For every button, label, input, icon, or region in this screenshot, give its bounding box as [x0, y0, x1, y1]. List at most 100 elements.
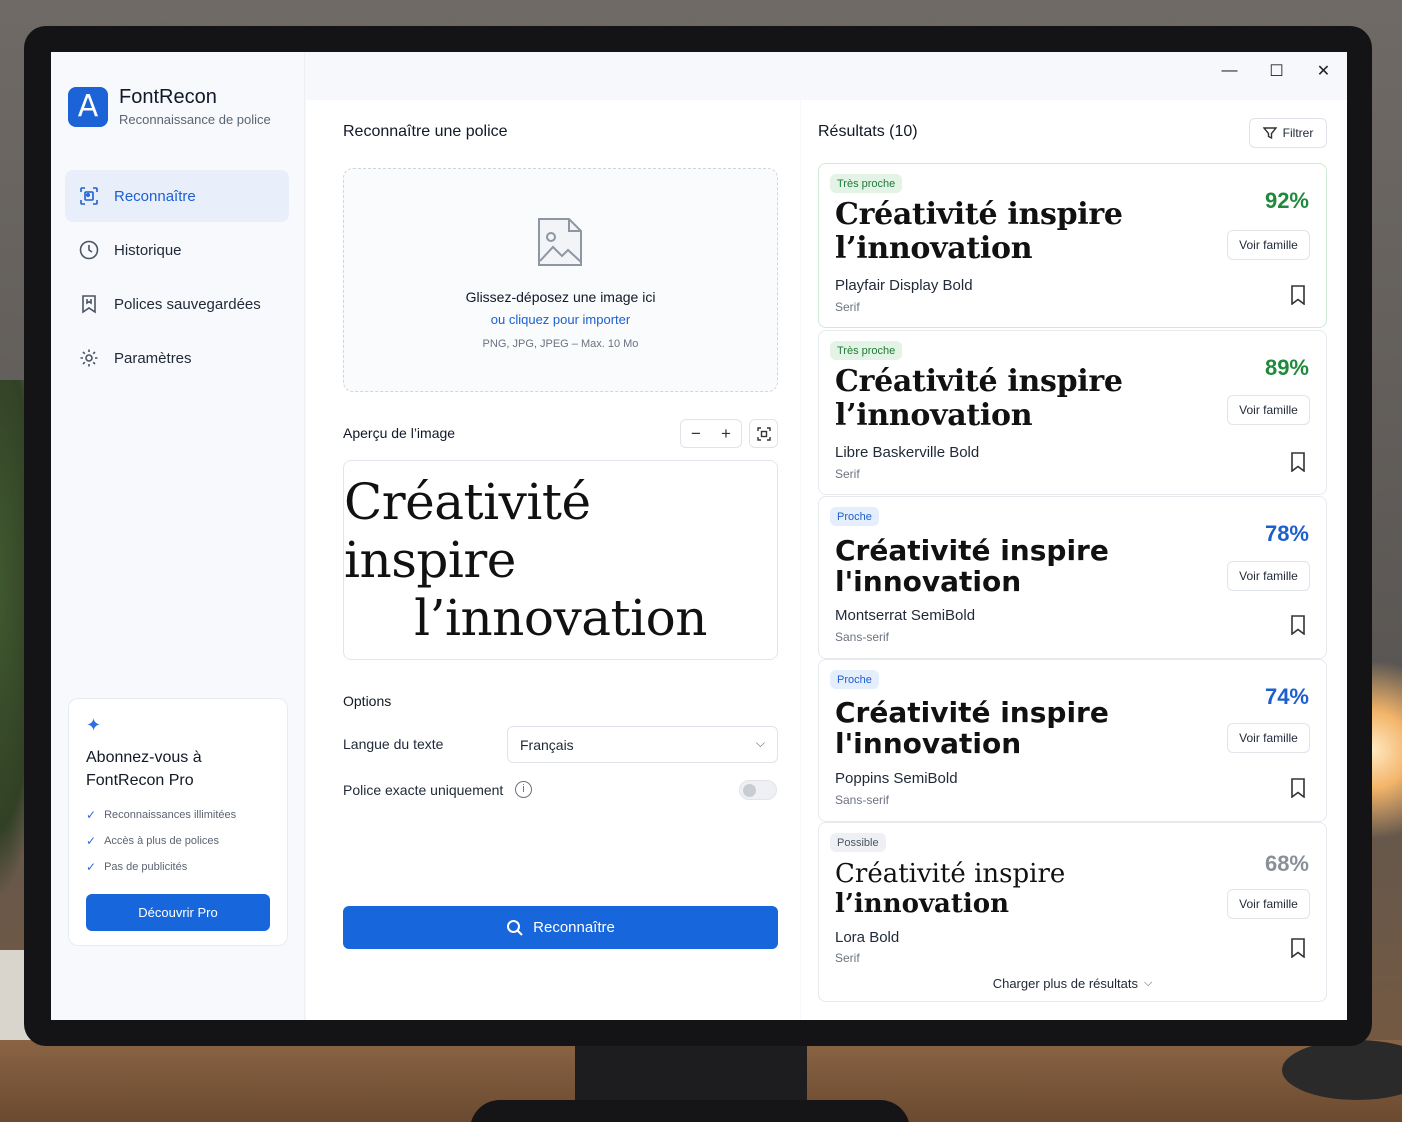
chevron-down-icon: ⌵	[755, 736, 765, 750]
preview-title: Aperçu de l’image	[343, 425, 456, 441]
image-preview: Créativité inspire l’innovation	[343, 460, 778, 660]
font-name: Libre Baskerville Bold	[835, 444, 980, 461]
recognize-title: Reconnaître une police	[343, 123, 508, 140]
discover-pro-button[interactable]: Découvrir Pro	[86, 894, 270, 931]
sidebar-item-historique[interactable]: Historique	[65, 224, 289, 276]
view-family-button[interactable]: Voir famille	[1227, 395, 1310, 425]
font-category: Serif	[835, 467, 860, 481]
gear-icon	[79, 348, 99, 368]
dropzone-primary-text: Glissez-déposez une image ici	[465, 289, 656, 305]
font-sample: Créativité inspire l’innovation	[835, 364, 1123, 433]
font-sample: Créativité inspire l’innovation	[835, 197, 1123, 266]
fit-screen-icon	[756, 426, 771, 441]
view-family-button[interactable]: Voir famille	[1227, 561, 1310, 591]
match-badge: Proche	[830, 507, 879, 526]
pro-feature-list: ✓ Reconnaissances illimitées ✓ Accès à plu…	[86, 802, 270, 880]
pro-feature: ✓ Pas de publicités	[86, 860, 188, 874]
font-name: Montserrat SemiBold	[835, 607, 976, 624]
recognize-button-label: Reconnaître	[533, 919, 615, 936]
result-card[interactable]: Très proche Créativité inspire l’innovati…	[818, 330, 1327, 495]
language-label: Langue du texte	[343, 736, 444, 752]
filter-icon	[1262, 127, 1277, 140]
match-score: 68%	[1264, 851, 1309, 876]
exact-font-toggle[interactable]	[739, 780, 777, 800]
font-category: Sans-serif	[835, 630, 890, 644]
sparkle-icon: ✦	[86, 715, 102, 735]
image-dropzone[interactable]: Glissez-déposez une image ici ou cliquez…	[343, 168, 778, 392]
fit-screen-button[interactable]	[749, 419, 778, 448]
bookmark-icon[interactable]	[1290, 778, 1306, 798]
font-name: Playfair Display Bold	[835, 277, 973, 294]
font-sample: Créativité inspire l'innovation	[835, 534, 1109, 598]
close-button[interactable]: ✕	[1300, 52, 1347, 90]
saved-fonts-icon	[79, 294, 99, 314]
sidebar-item-reconnaitre[interactable]: Reconnaître	[65, 170, 289, 222]
match-score: 92%	[1264, 188, 1309, 213]
pro-feature: ✓ Accès à plus de polices	[86, 834, 220, 848]
font-sample: Créativité inspire l’innovation	[835, 859, 1066, 919]
match-badge: Très proche	[830, 341, 903, 360]
scan-icon	[79, 186, 99, 206]
language-select[interactable]: Français ⌵	[507, 726, 778, 763]
results-title: Résultats (10)	[818, 123, 918, 140]
font-name: Poppins SemiBold	[835, 770, 958, 787]
language-value: Français	[520, 736, 574, 753]
preview-text-line2: l’innovation	[414, 589, 707, 647]
check-icon: ✓	[86, 834, 97, 848]
app-name: FontRecon	[119, 86, 217, 108]
zoom-out-button[interactable]: −	[681, 424, 711, 444]
result-card[interactable]: Très proche Créativité inspire l’innovati…	[818, 163, 1327, 328]
bookmark-icon[interactable]	[1290, 452, 1306, 472]
bookmark-icon[interactable]	[1290, 615, 1306, 635]
result-card[interactable]: Proche Créativité inspire l'innovation 78…	[818, 496, 1327, 659]
chevron-down-icon: ⌵	[1143, 977, 1153, 989]
view-family-button[interactable]: Voir famille	[1227, 230, 1310, 260]
sidebar-item-label: Polices sauvegardées	[114, 295, 261, 313]
zoom-in-button[interactable]: +	[711, 424, 741, 444]
sidebar-item-polices-sauvegardees[interactable]: Polices sauvegardées	[65, 278, 289, 330]
bookmark-icon[interactable]	[1290, 285, 1306, 305]
preview-text-line1: Créativité inspire	[344, 473, 591, 589]
view-family-button[interactable]: Voir famille	[1227, 723, 1310, 753]
match-badge: Très proche	[830, 174, 903, 193]
sidebar-item-label: Reconnaître	[114, 187, 196, 205]
check-icon: ✓	[86, 860, 97, 874]
sidebar-nav: Reconnaître Historique Polices sauvegard…	[65, 170, 289, 386]
app-window: A FontRecon Reconnaissance de police Rec…	[51, 52, 1347, 1020]
sidebar-item-label: Paramètres	[114, 349, 192, 367]
window-controls: — ☐ ✕	[1206, 52, 1347, 92]
recognize-button[interactable]: Reconnaître	[343, 906, 778, 949]
app-subtitle: Reconnaissance de police	[119, 112, 271, 127]
monitor-stand-foot	[470, 1100, 910, 1122]
sidebar-item-label: Historique	[114, 241, 182, 259]
load-more-button[interactable]: Charger plus de résultats ⌵	[818, 966, 1327, 1002]
maximize-button[interactable]: ☐	[1253, 52, 1300, 90]
image-icon	[536, 215, 586, 274]
zoom-controls: − +	[680, 419, 742, 448]
import-link[interactable]: ou cliquez pour importer	[344, 312, 777, 327]
exact-font-label: Police exacte uniquement	[343, 782, 504, 798]
font-category: Serif	[835, 300, 860, 314]
filter-button[interactable]: Filtrer	[1249, 118, 1327, 148]
results-panel: Résultats (10) Filtrer Très proche Créat…	[801, 100, 1347, 1020]
dropzone-hint: PNG, JPG, JPEG – Max. 10 Mo	[482, 338, 639, 350]
minimize-button[interactable]: —	[1206, 52, 1253, 90]
check-icon: ✓	[86, 808, 97, 822]
match-score: 89%	[1264, 355, 1309, 380]
font-category: Serif	[835, 951, 860, 965]
match-score: 78%	[1264, 521, 1309, 546]
sidebar: A FontRecon Reconnaissance de police Rec…	[51, 52, 305, 1020]
font-category: Sans-serif	[835, 793, 890, 807]
app-logo: A	[68, 86, 108, 127]
clock-icon	[79, 240, 99, 260]
result-card[interactable]: Proche Créativité inspire l'innovation 74…	[818, 659, 1327, 822]
sidebar-item-parametres[interactable]: Paramètres	[65, 332, 289, 384]
options-title: Options	[343, 693, 392, 709]
bookmark-icon[interactable]	[1290, 938, 1306, 958]
pro-promo-card: ✦ Abonnez-vous à FontRecon Pro ✓ Reconnai…	[68, 698, 288, 946]
info-icon[interactable]: i	[515, 781, 532, 798]
pro-title: Abonnez-vous à FontRecon Pro	[86, 749, 202, 789]
font-sample: Créativité inspire l'innovation	[835, 696, 1109, 760]
view-family-button[interactable]: Voir famille	[1227, 889, 1310, 919]
match-badge: Possible	[830, 833, 886, 852]
